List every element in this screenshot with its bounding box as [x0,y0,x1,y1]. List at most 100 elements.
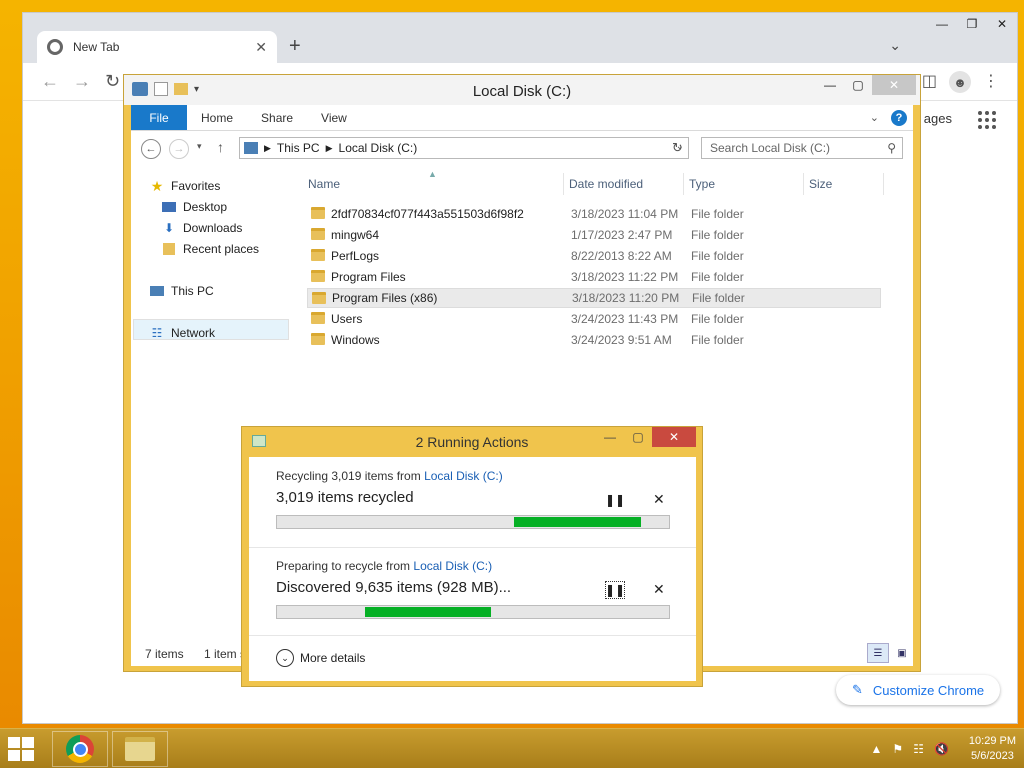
column-divider[interactable] [883,173,884,195]
column-header-name[interactable]: Name [308,177,340,191]
chrome-tabstrip: — ❐ ✕ New Tab ✕ + ⌄ [23,13,1017,63]
forward-icon[interactable]: → [169,139,189,159]
file-row[interactable]: Program Files 3/18/2023 11:22 PM File fo… [307,267,881,287]
file-row[interactable]: Windows 3/24/2023 9:51 AM File folder [307,330,881,350]
column-header-size[interactable]: Size [809,177,832,191]
recent-locations-icon[interactable]: ▾ [197,141,202,152]
breadcrumb-this-pc[interactable]: This PC [277,141,320,155]
folder-icon [311,312,325,324]
file-type: File folder [692,291,745,305]
file-row[interactable]: PerfLogs 8/22/2013 8:22 AM File folder [307,246,881,266]
tab-close-icon[interactable]: ✕ [255,39,267,56]
pause-icon[interactable]: ❚❚ [605,581,625,599]
menu-icon[interactable]: ⋮ [983,71,999,91]
column-divider[interactable] [683,173,684,195]
show-hidden-icons-icon[interactable]: ▲ [871,742,883,756]
file-name: 2fdf70834cf077f443a551503d6f98f2 [331,207,524,221]
windows-start-icon[interactable] [8,737,36,761]
file-row[interactable]: 2fdf70834cf077f443a551503d6f98f2 3/18/20… [307,204,881,224]
back-icon[interactable]: ← [41,71,59,92]
cancel-icon[interactable]: ✕ [653,491,665,508]
minimize-icon[interactable]: — [816,75,844,95]
details-view-icon[interactable]: ☰ [867,643,889,663]
source-link[interactable]: Local Disk (C:) [424,469,503,483]
file-type: File folder [691,228,744,242]
column-header-date[interactable]: Date modified [569,177,643,191]
dialog-window-controls: — ▢ ✕ [596,427,696,447]
operation-prepare: Preparing to recycle from Local Disk (C:… [249,547,696,637]
file-row-selected[interactable]: Program Files (x86) 3/18/2023 11:20 PM F… [307,288,881,308]
maximize-icon[interactable]: ▢ [624,427,652,447]
volume-muted-icon[interactable]: 🔇 [934,742,949,756]
breadcrumb-chevron-icon[interactable]: ▶ [264,143,271,154]
chrome-tab-new-tab[interactable]: New Tab ✕ [37,31,277,63]
source-link[interactable]: Local Disk (C:) [413,559,492,573]
folder-icon [311,228,325,240]
explorer-titlebar[interactable]: ▾ Local Disk (C:) — ▢ ✕ [124,75,920,105]
back-icon[interactable]: ← [141,139,161,159]
network-status-icon[interactable]: ☷ [913,742,924,756]
breadcrumb-local-disk[interactable]: Local Disk (C:) [339,141,418,155]
up-icon[interactable]: ↑ [217,139,224,155]
file-date: 3/18/2023 11:22 PM [571,270,679,284]
forward-icon[interactable]: → [73,71,91,92]
tab-search-icon[interactable]: ⌄ [889,37,901,54]
nav-item-recent-places[interactable]: Recent places [161,242,259,256]
reload-icon[interactable]: ↻ [105,71,120,92]
clock[interactable]: 10:29 PM 5/6/2023 [969,734,1016,764]
new-tab-button[interactable]: + [289,35,301,58]
nav-downloads-label: Downloads [183,221,243,235]
chrome-window-controls: — ❐ ✕ [927,13,1017,39]
dialog-titlebar[interactable]: 2 Running Actions — ▢ ✕ [242,427,702,457]
ribbon-tab-share[interactable]: Share [247,105,307,130]
restore-icon[interactable]: ❐ [957,13,987,35]
expand-ribbon-icon[interactable]: ⌄ [870,111,879,124]
nav-item-downloads[interactable]: ⬇ Downloads [161,221,242,235]
taskbar-chrome-button[interactable] [52,731,108,767]
column-divider[interactable] [803,173,804,195]
ribbon-tab-view[interactable]: View [307,105,361,130]
action-center-flag-icon[interactable]: ⚑ [892,742,903,756]
large-icons-view-icon[interactable]: ▣ [891,643,913,663]
ribbon-tabs: File Home Share View ⌄ ? [131,105,913,131]
explorer-title: Local Disk (C:) [472,83,572,100]
minimize-icon[interactable]: — [927,13,957,35]
nav-item-this-pc[interactable]: This PC [149,284,214,298]
close-icon[interactable]: ✕ [987,13,1017,35]
close-icon[interactable]: ✕ [872,75,916,95]
ribbon-tab-home[interactable]: Home [187,105,247,130]
taskbar-explorer-button[interactable] [112,731,168,767]
folder-icon [311,270,325,282]
folder-icon [311,249,325,261]
file-row[interactable]: Users 3/24/2023 11:43 PM File folder [307,309,881,329]
apps-grid-icon[interactable] [978,111,996,129]
help-icon[interactable]: ? [891,109,907,126]
refresh-button[interactable]: ↻ [667,137,689,159]
pause-icon[interactable]: ❚❚ [605,491,625,509]
side-panel-icon[interactable]: ◫ [922,71,937,91]
nav-item-desktop[interactable]: Desktop [161,200,227,214]
file-row[interactable]: mingw64 1/17/2023 2:47 PM File folder [307,225,881,245]
file-explorer-icon [125,737,155,761]
column-header-type[interactable]: Type [689,177,715,191]
operation-prefix: Recycling 3,019 items from [276,469,425,483]
maximize-icon[interactable]: ▢ [844,75,872,95]
search-input[interactable]: Search Local Disk (C:) ⚲ [701,137,903,159]
nav-item-network[interactable]: ☷ Network [149,326,215,340]
nav-item-favorites[interactable]: ★ Favorites [149,177,221,194]
images-link[interactable]: ages [924,111,952,126]
close-icon[interactable]: ✕ [652,427,696,447]
chrome-favicon-icon [47,39,63,55]
customize-chrome-button[interactable]: ✎ Customize Chrome [836,675,1000,705]
cancel-icon[interactable]: ✕ [653,581,665,598]
address-bar[interactable]: ▶ This PC ▶ Local Disk (C:) ⌄ [239,137,689,159]
star-icon: ★ [150,177,164,194]
file-name: mingw64 [331,228,380,242]
profile-avatar-icon[interactable]: ☻ [949,71,971,93]
file-date: 3/18/2023 11:04 PM [571,207,679,221]
more-details-button[interactable]: ⌄ More details [276,649,365,667]
breadcrumb-chevron-icon[interactable]: ▶ [326,143,333,154]
ribbon-tab-file[interactable]: File [131,105,187,130]
minimize-icon[interactable]: — [596,427,624,447]
column-divider[interactable] [563,173,564,195]
